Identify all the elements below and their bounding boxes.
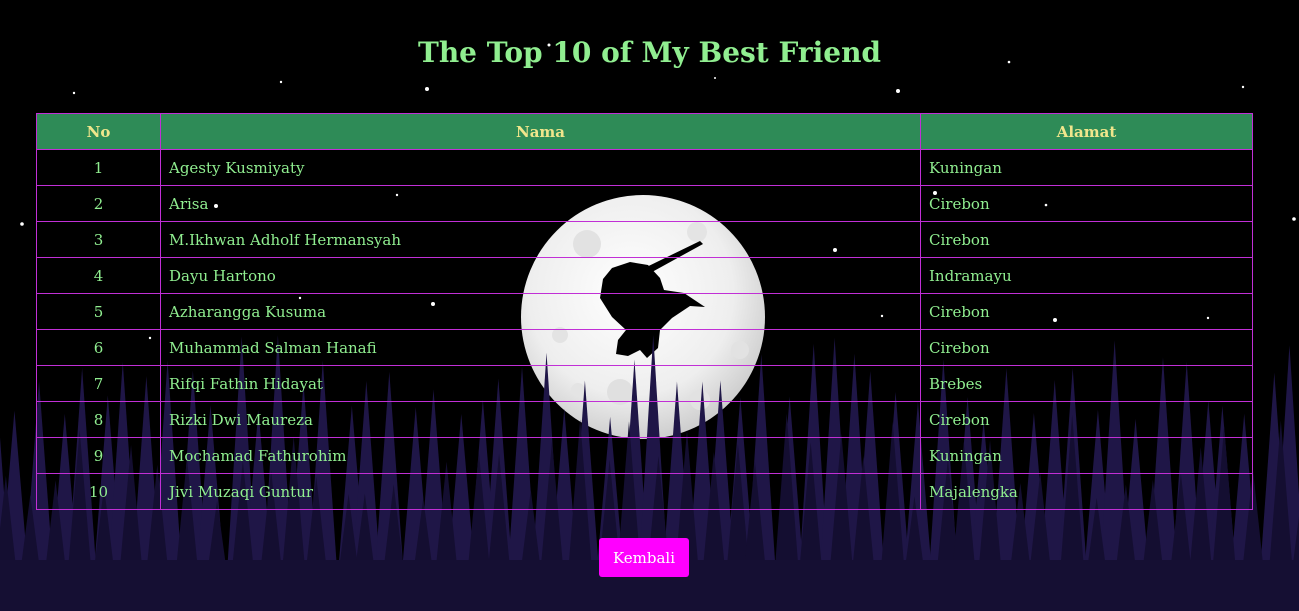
table-row: 4 Dayu Hartono Indramayu bbox=[36, 257, 1253, 294]
cell-alamat: Kuningan bbox=[920, 149, 1253, 186]
table-row: 6 Muhammad Salman Hanafi Cirebon bbox=[36, 329, 1253, 366]
cell-alamat: Kuningan bbox=[920, 437, 1253, 474]
cell-no: 4 bbox=[36, 257, 161, 294]
table-row: 2 Arisa Cirebon bbox=[36, 185, 1253, 222]
cell-no: 1 bbox=[36, 149, 161, 186]
cell-alamat: Cirebon bbox=[920, 293, 1253, 330]
cell-nama: M.Ikhwan Adholf Hermansyah bbox=[160, 221, 921, 258]
cell-nama: Azharangga Kusuma bbox=[160, 293, 921, 330]
table-row: 3 M.Ikhwan Adholf Hermansyah Cirebon bbox=[36, 221, 1253, 258]
cell-no: 10 bbox=[36, 473, 161, 510]
cell-no: 5 bbox=[36, 293, 161, 330]
column-header-alamat: Alamat bbox=[920, 113, 1253, 150]
cell-no: 6 bbox=[36, 329, 161, 366]
cell-no: 9 bbox=[36, 437, 161, 474]
table-row: 10 Jivi Muzaqi Guntur Majalengka bbox=[36, 473, 1253, 510]
cell-alamat: Indramayu bbox=[920, 257, 1253, 294]
cell-alamat: Cirebon bbox=[920, 221, 1253, 258]
page-title: The Top 10 of My Best Friend bbox=[417, 36, 882, 69]
cell-nama: Jivi Muzaqi Guntur bbox=[160, 473, 921, 510]
table-row: 8 Rizki Dwi Maureza Cirebon bbox=[36, 401, 1253, 438]
cell-alamat: Majalengka bbox=[920, 473, 1253, 510]
cell-no: 3 bbox=[36, 221, 161, 258]
cell-no: 7 bbox=[36, 365, 161, 402]
table-row: 9 Mochamad Fathurohim Kuningan bbox=[36, 437, 1253, 474]
column-header-nama: Nama bbox=[160, 113, 921, 150]
cell-no: 8 bbox=[36, 401, 161, 438]
friends-table: No Nama Alamat 1 Agesty Kusmiyaty Kuningan… bbox=[36, 113, 1253, 510]
cell-alamat: Cirebon bbox=[920, 329, 1253, 366]
cell-nama: Rizki Dwi Maureza bbox=[160, 401, 921, 438]
table-row: 1 Agesty Kusmiyaty Kuningan bbox=[36, 149, 1253, 186]
table-row: 7 Rifqi Fathin Hidayat Brebes bbox=[36, 365, 1253, 402]
cell-alamat: Cirebon bbox=[920, 185, 1253, 222]
cell-nama: Arisa bbox=[160, 185, 921, 222]
cell-nama: Rifqi Fathin Hidayat bbox=[160, 365, 921, 402]
cell-alamat: Cirebon bbox=[920, 401, 1253, 438]
table-header-row: No Nama Alamat bbox=[36, 113, 1253, 150]
cell-alamat: Brebes bbox=[920, 365, 1253, 402]
column-header-no: No bbox=[36, 113, 161, 150]
cell-nama: Agesty Kusmiyaty bbox=[160, 149, 921, 186]
cell-nama: Dayu Hartono bbox=[160, 257, 921, 294]
table-row: 5 Azharangga Kusuma Cirebon bbox=[36, 293, 1253, 330]
cell-no: 2 bbox=[36, 185, 161, 222]
cell-nama: Muhammad Salman Hanafi bbox=[160, 329, 921, 366]
cell-nama: Mochamad Fathurohim bbox=[160, 437, 921, 474]
back-button[interactable]: Kembali bbox=[599, 538, 689, 577]
